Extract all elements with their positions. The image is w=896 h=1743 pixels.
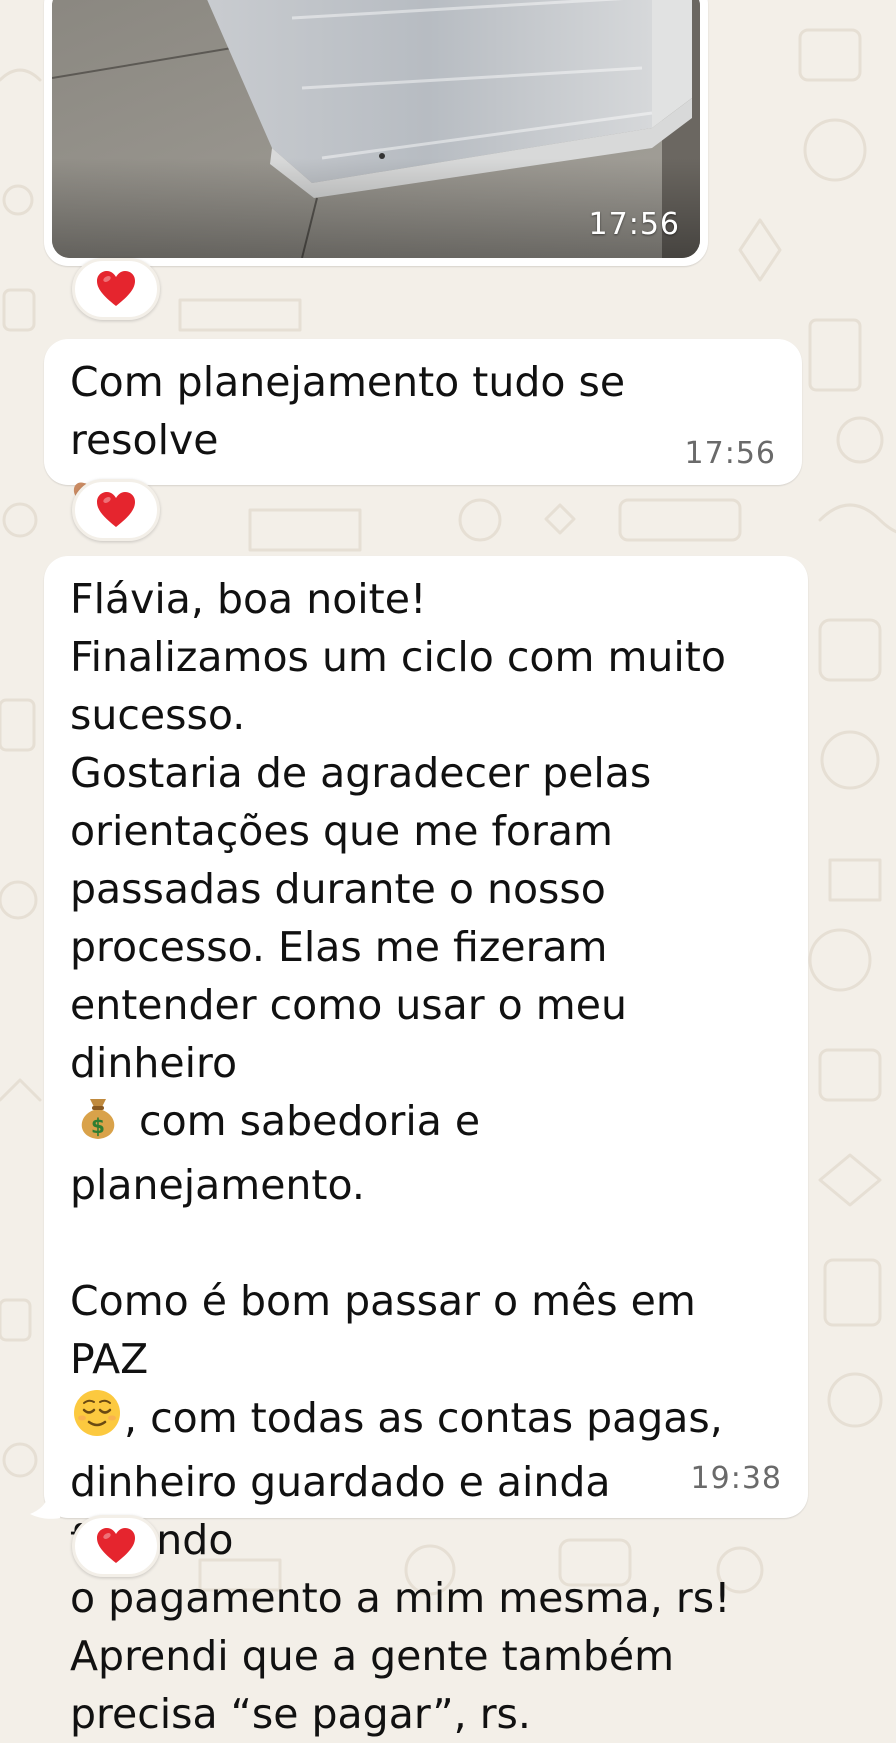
money-bag-icon: $ [70,1095,126,1156]
message-time: 17:56 [588,207,680,242]
message-text: Flávia, boa noite! Finalizamos um ciclo … [70,575,731,1738]
text-message-bubble[interactable]: Com planejamento tudo se resolve 17:56 [44,339,802,514]
message-time: 19:38 [690,1461,782,1496]
attached-photo[interactable]: 17:56 [52,0,700,258]
message-text: Com planejamento tudo se resolve [70,353,776,533]
image-message-bubble[interactable]: 17:56 [44,0,708,266]
heart-icon [97,271,135,306]
reaction-badge[interactable] [72,258,160,320]
bubble-tail [30,1496,60,1519]
reaction-badge[interactable] [72,1515,160,1577]
heart-icon [97,1528,135,1563]
heart-icon [97,492,135,527]
svg-text:$: $ [91,1114,105,1138]
text-message-bubble[interactable]: Flávia, boa noite! Finalizamos um ciclo … [44,556,808,1738]
reaction-badge[interactable] [72,479,160,541]
message-time: 17:56 [684,436,776,471]
relieved-face-icon [70,1388,124,1453]
